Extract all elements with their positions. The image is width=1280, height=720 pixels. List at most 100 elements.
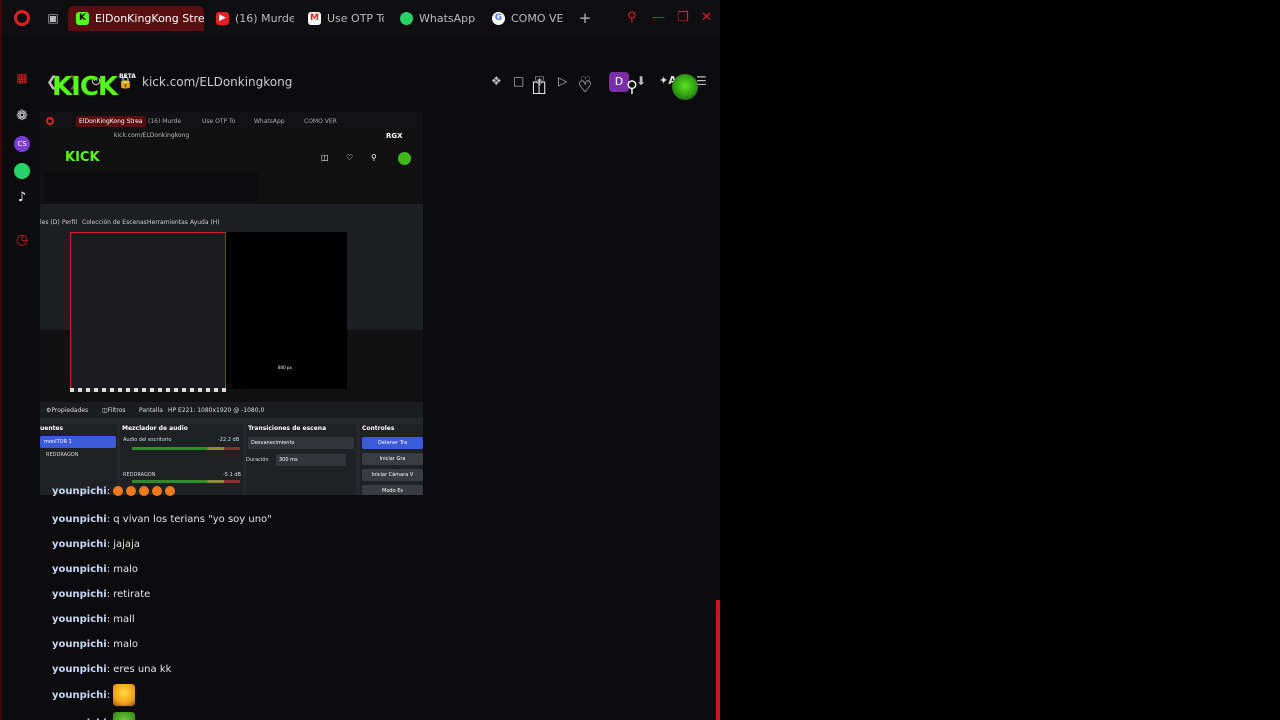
- chat-username[interactable]: younpichi: [52, 639, 107, 650]
- stream-tab: Use OTP To: [202, 118, 236, 125]
- youtube-favicon-icon: ▶: [216, 12, 229, 25]
- emote-icon: [165, 486, 176, 496]
- tiktok-icon[interactable]: ♪: [14, 190, 30, 206]
- obs-preview-canvas: [70, 232, 226, 392]
- chat-username[interactable]: younpichi: [52, 514, 107, 525]
- snapshot-icon[interactable]: □: [513, 74, 524, 88]
- stream-tab: ElDonKingKong Strea: [76, 116, 146, 127]
- tab-kick[interactable]: K ElDonKingKong Strea: [68, 6, 204, 31]
- monitor-label: HP E221: 1080x1920 @ -1080,0: [168, 407, 265, 414]
- chatgpt-icon[interactable]: ❁: [14, 108, 30, 124]
- tab-gmail[interactable]: M Use OTP To: [300, 6, 384, 31]
- opera-menu-icon[interactable]: [14, 10, 30, 26]
- stream-opera-icon: [46, 117, 54, 125]
- search-icon[interactable]: ⚲: [622, 77, 642, 97]
- transitions-title: Transiciones de escena: [248, 425, 327, 432]
- history-icon[interactable]: ◷: [14, 232, 30, 248]
- following-icon[interactable]: ◫: [529, 77, 549, 97]
- browser-window: ▣ K ElDonKingKong Strea ▶ (16) Murder M …: [0, 0, 720, 720]
- canvas-size-label: 840 px: [278, 365, 292, 370]
- minimize-icon[interactable]: —: [652, 11, 665, 25]
- control-button: Detener Tra: [362, 437, 423, 449]
- chat-message: younpichi: eres una kk: [52, 664, 172, 675]
- gmail-favicon-icon: M: [308, 12, 321, 25]
- tab-google[interactable]: G COMO VER: [484, 6, 564, 31]
- kick-favicon-icon: K: [76, 12, 89, 25]
- tab-label: COMO VER: [511, 12, 564, 25]
- chat-username[interactable]: younpichi: [52, 690, 107, 701]
- stream-video[interactable]: ElDonKingKong Strea (16) Murde Use OTP T…: [40, 112, 423, 495]
- transition-select: Desvanecimiento: [248, 437, 354, 449]
- restore-icon[interactable]: ❐: [677, 11, 689, 25]
- chat-message: younpichi:: [52, 486, 178, 497]
- nested-capture: [44, 172, 258, 202]
- mixer-channel-name: REDDRAGON: [123, 472, 156, 478]
- chat-message: younpichi: mall: [52, 614, 135, 625]
- chat-message: younpichi: q vivan los terians "yo soy u…: [52, 514, 272, 525]
- properties-label: Propiedades: [51, 407, 89, 414]
- filters-label: Filtros: [107, 407, 126, 414]
- send-icon[interactable]: ▷: [558, 74, 567, 88]
- stream-url: kick.com/ELDonkingkong: [114, 132, 190, 139]
- chat-username[interactable]: younpichi: [52, 664, 107, 675]
- sources-panel: [40, 424, 117, 495]
- chat-message: younpichi: malo: [52, 564, 139, 575]
- obs-menu-item: les (D): [40, 219, 60, 226]
- emote-icon: [139, 486, 150, 496]
- rgx-label: RGX: [386, 132, 403, 140]
- stream-tab: COMO VER: [304, 118, 337, 125]
- emote-icon: [113, 684, 136, 706]
- stream-kick-logo: KICK: [65, 150, 100, 165]
- chat-username[interactable]: younpichi: [52, 564, 107, 575]
- google-favicon-icon: G: [492, 12, 505, 25]
- tab-label: (16) Murder: [235, 12, 294, 25]
- preview-border-stripe: [70, 388, 226, 392]
- chat-text: mall: [113, 614, 135, 625]
- stream-avatar: [398, 152, 411, 165]
- source-item: REDDRAGON: [46, 452, 79, 458]
- tab-overview-icon[interactable]: ▣: [46, 11, 60, 25]
- close-icon[interactable]: ✕: [701, 11, 712, 25]
- stream-tab: (16) Murde: [148, 118, 182, 125]
- stream-tab: WhatsApp: [254, 118, 285, 125]
- avatar[interactable]: [672, 74, 698, 100]
- tab-strip: ▣ K ElDonKingKong Strea ▶ (16) Murder M …: [2, 0, 720, 36]
- chat-username[interactable]: younpichi: [52, 539, 107, 550]
- audio-meter: [132, 447, 240, 450]
- source-item: monITOR 1: [40, 436, 116, 448]
- tab-youtube[interactable]: ▶ (16) Murder: [208, 6, 294, 31]
- emote-icon: [152, 486, 163, 496]
- url-field[interactable]: kick.com/ELDonkingkong: [142, 75, 292, 89]
- chat-username[interactable]: younpichi: [52, 589, 107, 600]
- chat-text: eres una kk: [113, 664, 172, 675]
- chat-text: malo: [113, 639, 139, 650]
- sources-title: uentes: [40, 425, 64, 432]
- favorite-icon[interactable]: ♡: [575, 77, 595, 97]
- whatsapp-favicon-icon: [400, 12, 413, 25]
- emote-row: [113, 486, 178, 497]
- chat-username[interactable]: younpichi: [52, 486, 107, 497]
- control-button: Modo Es: [362, 485, 423, 495]
- cart-icon[interactable]: ▦: [14, 70, 30, 86]
- chat-username[interactable]: younpichi: [52, 614, 107, 625]
- obs-menu-item: Colección de Escenas: [82, 219, 147, 226]
- properties-button: ⚙Propiedades: [46, 407, 88, 414]
- mixer-title: Mezclador de audio: [122, 425, 188, 432]
- audio-meter: [132, 480, 240, 483]
- kick-logo[interactable]: KICK: [52, 72, 118, 102]
- chat-text: jajaja: [113, 539, 140, 550]
- obs-menu-item: Perfil: [62, 219, 78, 226]
- chat-message: younpichi: jajaja: [52, 539, 140, 550]
- chat-text: q vivan los terians "yo soy uno": [113, 514, 272, 525]
- whatsapp-icon[interactable]: [14, 163, 30, 179]
- new-tab-button[interactable]: +: [578, 11, 592, 26]
- control-button: Iniciar Gra: [362, 453, 423, 465]
- cs-icon[interactable]: CS: [14, 136, 30, 152]
- tab-whatsapp[interactable]: WhatsApp: [392, 6, 478, 31]
- filters-button: ◫Filtros: [102, 407, 126, 414]
- tab-search-icon[interactable]: ⚲: [627, 11, 637, 25]
- pin-icon[interactable]: ❖: [491, 74, 502, 88]
- beta-label: BETA: [119, 73, 136, 80]
- obs-menu-item: Ayuda (H): [190, 219, 220, 226]
- control-button: Iniciar Cámara V: [362, 469, 423, 481]
